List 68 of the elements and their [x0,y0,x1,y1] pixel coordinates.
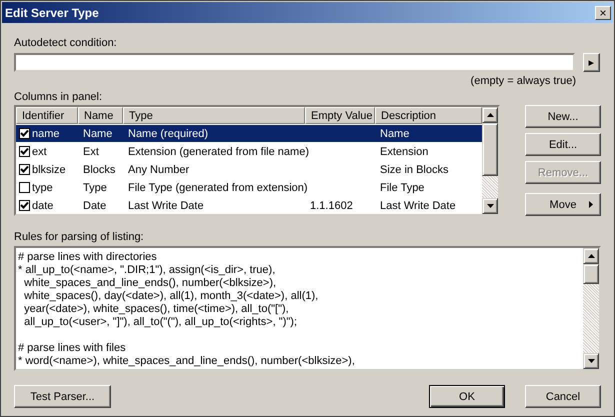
code-line: * all_up_to(<name>, ".DIR;1"), assign(<is_dir>, true), [18,264,276,277]
table-cell: blksize [32,164,66,176]
dialog-button[interactable]: Cancel [525,385,601,408]
dialog-button[interactable]: OK [429,385,505,408]
column-header[interactable]: Description [375,107,482,124]
rules-label: Rules for parsing of listing: [14,231,145,244]
table-cell: Type [83,182,107,194]
rules-editor[interactable] [14,246,601,371]
up-arrow-icon[interactable] [588,254,594,258]
scrollbar[interactable] [482,107,498,214]
table-cell: Blocks [83,164,116,176]
hint-text: (empty = always true) [470,75,576,88]
checkbox[interactable] [19,128,30,139]
list-row[interactable]: blksize Blocks Any Number Size in Blocks [16,161,482,178]
code-line: white_spaces_and_line_ends(), number(<blksize>), [23,277,278,290]
down-arrow-icon[interactable] [486,204,494,208]
arrow-button[interactable]: ▸ [583,53,600,72]
autodetect-label: Autodetect condition: [14,37,118,50]
code-line: year(<date>), white_spaces(), time(<time>), all_to("["), [23,303,290,316]
table-cell: Any Number [128,164,190,176]
table-cell: Date [83,200,106,212]
table-cell: name [32,128,60,140]
column-header[interactable]: Identifier [16,107,78,124]
table-cell: ext [32,146,47,158]
column-header[interactable]: Name [78,107,123,124]
side-button[interactable]: New... [525,105,601,128]
table-cell: Extension (generated from file name) [128,146,309,158]
scrollbar[interactable] [583,248,599,369]
autodetect-field[interactable] [14,53,575,72]
list-row[interactable]: date Date Last Write Date 1.1.1602 Last Write Date [16,197,482,214]
table-cell: Last Write Date [128,200,204,212]
down-arrow-icon[interactable] [588,359,594,363]
checkbox[interactable] [19,146,30,157]
code-line: all_up_to(<user>, "]"), all_to("("), all_up_to(<rights>, ")"); [23,316,298,329]
window-title: Edit Server Type [5,6,99,20]
table-cell: 1.1.1602 [310,200,353,212]
table-cell: Extension [380,146,428,158]
checkbox[interactable] [19,164,30,175]
table-cell: Ext [83,146,99,158]
close-button[interactable]: × [595,6,611,20]
checkbox[interactable] [19,200,30,211]
dialog-button[interactable]: Test Parser... [14,385,111,408]
checkbox[interactable] [19,182,30,193]
table-cell: Name (required) [128,128,208,140]
list-row[interactable]: name Name Name (required) Name [16,125,482,142]
table-cell: Last Write Date [380,200,456,212]
caret-icon [589,201,593,208]
list-row[interactable]: type Type File Type (generated from extension) File Type [16,179,482,196]
table-cell: File Type [380,182,424,194]
table-cell: type [32,182,53,194]
side-button[interactable]: Edit... [525,133,601,156]
scroll-thumb[interactable] [482,123,498,176]
table-cell: File Type (generated from extension) [128,182,308,194]
code-line: * word(<name>), white_spaces_and_line_ends(), number(<blksize>), [18,355,356,368]
scroll-thumb[interactable] [583,264,599,284]
code-line: white_spaces(), day(<date>), all(1), month_3(<date>), all(1), [23,290,320,303]
side-button[interactable]: Move [525,193,601,216]
table-cell: date [32,200,54,212]
table-cell: Name [83,128,112,140]
table-cell: Size in Blocks [380,164,448,176]
list-row[interactable]: ext Ext Extension (generated from file name) Extension [16,143,482,160]
column-header[interactable]: Empty Value [305,107,375,124]
columns-label: Columns in panel: [14,91,104,104]
code-line: # parse lines with directories [18,251,158,264]
table-cell: Name [380,128,410,140]
up-arrow-icon[interactable] [486,113,494,117]
column-header[interactable]: Type [123,107,305,124]
code-line: # parse lines with files [18,342,127,355]
